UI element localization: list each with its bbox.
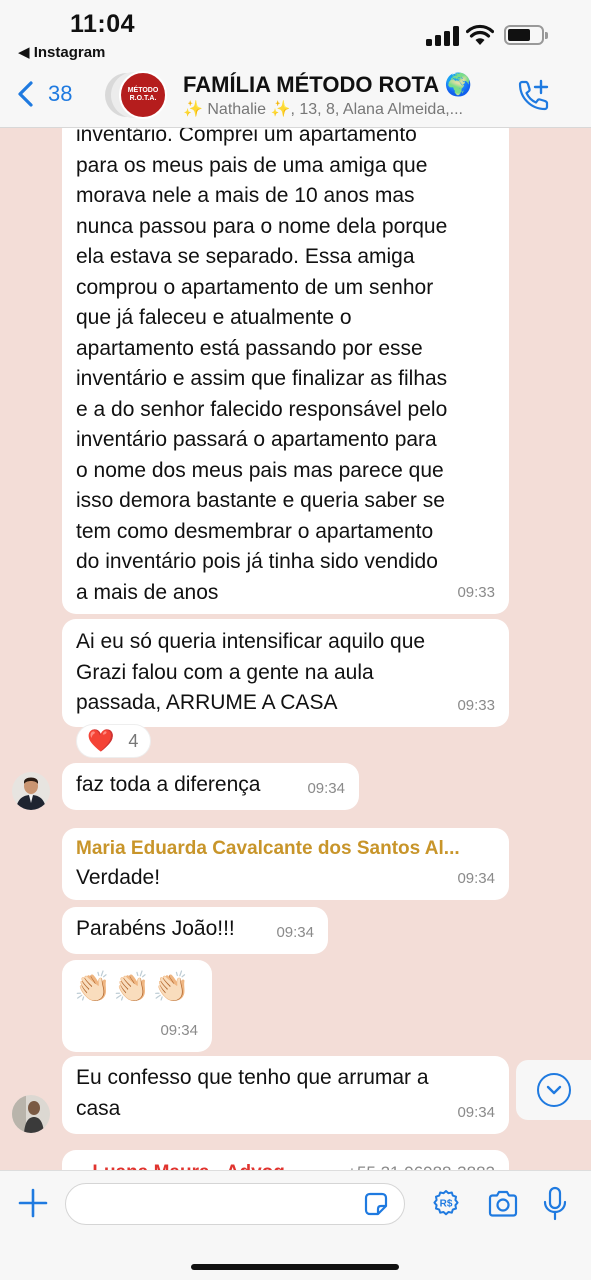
chat-header: 38 MÉTODO R.O.T.A. FAMÍLIA MÉTODO ROTA 🌍…	[0, 70, 591, 128]
message-time: 09:34	[457, 1103, 495, 1121]
wifi-icon	[466, 24, 494, 46]
message-sender[interactable]: Maria Eduarda Cavalcante dos Santos Al..…	[76, 834, 495, 865]
camera-icon	[488, 1190, 518, 1217]
scroll-to-bottom-button[interactable]	[516, 1060, 591, 1120]
message-text: Verdade!	[76, 865, 161, 889]
chevron-left-icon	[18, 81, 33, 107]
message-sender-phone: +55 21 96988-3882	[347, 1158, 495, 1170]
message-bubble[interactable]: inventário. Comprei um apartamento para …	[62, 128, 509, 614]
message-bubble[interactable]: Parabéns João!!! 09:34	[62, 907, 328, 954]
group-title[interactable]: FAMÍLIA MÉTODO ROTA 🌍	[183, 72, 472, 98]
camera-button[interactable]	[486, 1189, 520, 1219]
message-time: 09:33	[457, 696, 495, 714]
phone-plus-icon	[518, 79, 549, 111]
group-avatar[interactable]: MÉTODO R.O.T.A.	[105, 70, 177, 120]
sticker-icon	[364, 1192, 388, 1216]
microphone-icon	[543, 1186, 567, 1221]
message-sender[interactable]: ~ Luana Maura - Advog...	[76, 1158, 301, 1170]
status-bar: 11:04 ◀ Instagram	[0, 0, 591, 70]
payment-icon: R$	[433, 1190, 459, 1216]
group-logo: MÉTODO R.O.T.A.	[119, 71, 167, 119]
sender-avatar[interactable]	[12, 772, 50, 810]
attach-button[interactable]	[18, 1188, 48, 1218]
message-text: inventário. Comprei um apartamento para …	[76, 128, 448, 604]
reaction-count: 4	[128, 730, 139, 751]
plus-icon	[18, 1188, 48, 1218]
group-members[interactable]: ✨ Nathalie ✨, 13, 8, Alana Almeida,...	[183, 99, 493, 119]
clapping-emoji-text: 👏🏻👏🏻👏🏻	[74, 971, 193, 1004]
heart-reaction-icon: ❤️	[87, 728, 115, 753]
clock: 11:04	[70, 10, 136, 38]
back-button[interactable]: 38	[16, 80, 72, 108]
add-call-button[interactable]	[514, 78, 550, 114]
message-time: 09:34	[457, 869, 495, 887]
battery-icon	[504, 25, 548, 45]
message-bubble[interactable]: Eu confesso que tenho que arrumar a casa…	[62, 1056, 509, 1134]
message-time: 09:33	[457, 583, 495, 601]
payment-button[interactable]: R$	[430, 1189, 462, 1219]
message-time: 09:34	[276, 923, 314, 941]
cellular-signal-icon	[426, 26, 460, 46]
sticker-button[interactable]	[362, 1190, 390, 1218]
message-input[interactable]	[65, 1183, 405, 1225]
message-text: faz toda a diferença	[76, 773, 261, 796]
unread-count: 38	[48, 81, 73, 106]
chat-messages[interactable]: inventário. Comprei um apartamento para …	[0, 128, 591, 1170]
message-time: 09:34	[307, 779, 345, 797]
message-text: Ai eu só queria intensificar aquilo que …	[76, 630, 426, 714]
message-text: Eu confesso que tenho que arrumar a casa	[76, 1066, 429, 1120]
sender-avatar[interactable]	[12, 1095, 50, 1133]
microphone-button[interactable]	[542, 1186, 568, 1222]
chevron-down-icon	[536, 1073, 571, 1107]
message-bubble[interactable]: 👏🏻👏🏻👏🏻 09:34	[62, 960, 212, 1052]
message-bubble[interactable]: ~ Luana Maura - Advog... +55 21 96988-38…	[62, 1150, 509, 1170]
home-indicator	[191, 1264, 399, 1270]
message-bubble[interactable]: Ai eu só queria intensificar aquilo que …	[62, 619, 509, 727]
message-time: 09:34	[160, 1021, 198, 1039]
message-bubble[interactable]: Maria Eduarda Cavalcante dos Santos Al..…	[62, 828, 509, 900]
svg-text:R$: R$	[440, 1199, 453, 1210]
back-to-instagram[interactable]: ◀ Instagram	[18, 43, 105, 61]
reaction-badge[interactable]: ❤️ 4	[76, 724, 152, 758]
message-bubble[interactable]: faz toda a diferença 09:34	[62, 763, 359, 810]
